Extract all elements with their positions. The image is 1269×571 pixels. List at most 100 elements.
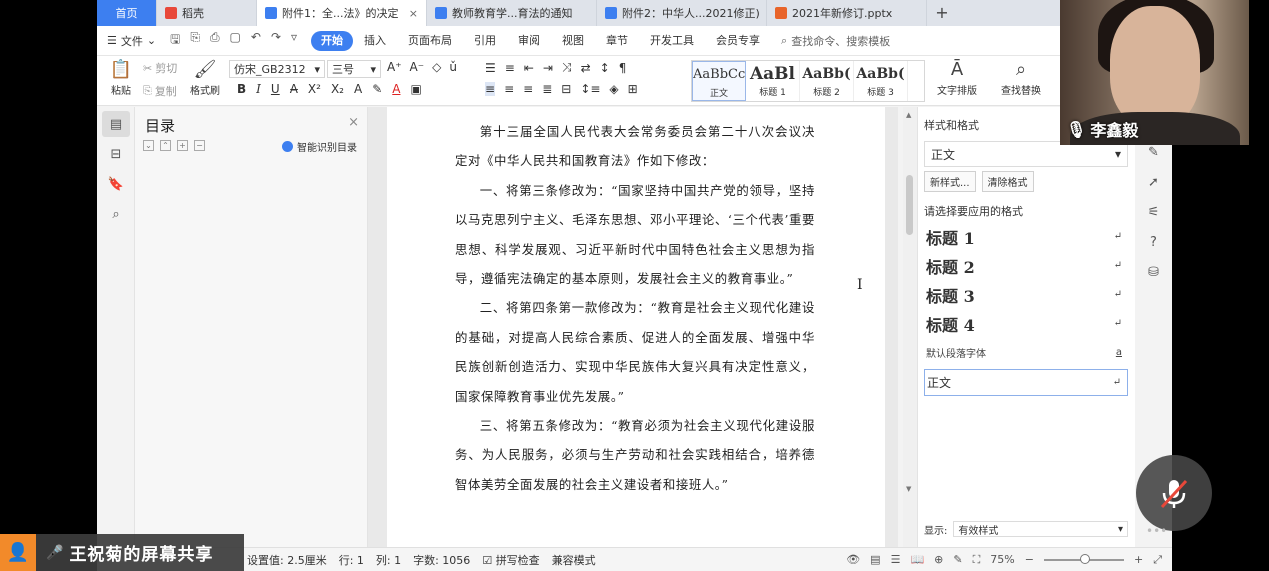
tab-docer[interactable]: 稻壳 xyxy=(157,0,257,26)
chinese-layout-icon[interactable]: ⤨ xyxy=(562,60,572,75)
paragraph[interactable]: 三、将第五条修改为：“教育必须为社会主义现代化建设服务、为人民服务，必须与生产劳… xyxy=(455,411,815,499)
text-direction-icon[interactable]: ⇄ xyxy=(581,61,591,75)
chapter-nav-icon[interactable]: ⊟ xyxy=(102,141,130,167)
page-view-icon[interactable]: ▤ xyxy=(870,553,880,566)
zoom-level[interactable]: 75% xyxy=(990,553,1014,566)
indent-icon[interactable]: ⇥ xyxy=(543,61,553,75)
menu-dev-tools[interactable]: 开发工具 xyxy=(639,31,705,51)
adjust-icon[interactable]: ⚟ xyxy=(1135,197,1172,227)
style-item-heading-4[interactable]: 标题 4 ↵ xyxy=(924,309,1128,338)
font-size-select[interactable]: 三号 ▾ xyxy=(327,60,381,78)
style-heading-3[interactable]: AaBb( 标题 3 xyxy=(854,61,908,101)
menu-member[interactable]: 会员专享 xyxy=(705,31,771,51)
clear-format-button[interactable]: 清除格式 xyxy=(981,171,1034,192)
numbered-list-icon[interactable]: ≡ xyxy=(505,61,515,75)
justify-icon[interactable]: ≣ xyxy=(542,82,552,96)
add-icon[interactable]: + xyxy=(177,140,188,151)
remove-icon[interactable]: − xyxy=(194,140,205,151)
find-replace-button[interactable]: ⌕ 查找替换 xyxy=(995,58,1047,97)
highlight-icon[interactable]: ✎ xyxy=(372,82,382,96)
phonetic-icon[interactable]: ǔ xyxy=(449,60,457,74)
grow-font-icon[interactable]: A⁺ xyxy=(387,60,402,74)
font-name-select[interactable]: 仿宋_GB2312 ▾ xyxy=(229,60,325,78)
menu-chapter[interactable]: 章节 xyxy=(595,31,639,51)
print-icon[interactable]: ⎙ xyxy=(210,30,220,51)
text-layout-button[interactable]: Ā 文字排版 xyxy=(933,58,981,97)
outdent-icon[interactable]: ⇤ xyxy=(524,61,534,75)
new-tab-button[interactable]: + xyxy=(927,0,957,26)
align-center-icon[interactable]: ≡ xyxy=(504,82,514,96)
menu-insert[interactable]: 插入 xyxy=(353,31,397,51)
scroll-up-icon[interactable]: ▲ xyxy=(906,111,911,119)
style-item-normal[interactable]: 正文 ↵ xyxy=(924,369,1128,396)
fit-page-icon[interactable]: ⛶ xyxy=(973,553,981,567)
cut-button[interactable]: ✂ 剪切 xyxy=(143,60,177,76)
command-search[interactable]: ⌕ 查找命令、搜索模板 xyxy=(781,33,890,49)
close-icon[interactable]: × xyxy=(401,7,418,20)
file-menu[interactable]: ☰ 文件 ⌄ xyxy=(107,33,156,49)
align-right-icon[interactable]: ≡ xyxy=(523,82,533,96)
strikethrough-icon[interactable]: A̶ xyxy=(290,82,298,96)
smart-toc-button[interactable]: 智能识别目录 xyxy=(282,139,357,154)
outline-view-icon[interactable]: ☰ xyxy=(891,553,901,566)
search-icon[interactable]: ⌕ xyxy=(102,201,130,227)
style-heading-1[interactable]: AaBl 标题 1 xyxy=(746,61,800,101)
bold-icon[interactable]: B xyxy=(237,82,246,96)
shrink-font-icon[interactable]: A⁻ xyxy=(410,60,425,74)
paragraph[interactable]: 第十三届全国人民代表大会常务委员会第二十八次会议决定对《中华人民共和国教育法》作… xyxy=(455,117,815,176)
scroll-down-icon[interactable]: ▼ xyxy=(906,485,911,493)
sort-icon[interactable]: ↕ xyxy=(600,61,610,75)
undo-icon[interactable]: ↶ xyxy=(251,30,261,51)
zoom-in-icon[interactable]: + xyxy=(1134,553,1143,566)
mic-muted-icon[interactable]: 🎤 xyxy=(46,545,63,561)
text-effect-icon[interactable]: A xyxy=(354,82,362,96)
style-item-heading-3[interactable]: 标题 3 ↵ xyxy=(924,280,1128,309)
menu-start[interactable]: 开始 xyxy=(311,30,354,51)
tab-doc-active[interactable]: 附件1：全...法》的决定 × xyxy=(257,0,427,26)
menu-view[interactable]: 视图 xyxy=(551,31,595,51)
zoom-slider[interactable] xyxy=(1043,553,1124,564)
subscript-icon[interactable]: X₂ xyxy=(331,82,344,96)
video-tile[interactable]: 🎙 李鑫毅 xyxy=(1060,0,1249,145)
style-item-heading-2[interactable]: 标题 2 ↵ xyxy=(924,251,1128,280)
tab-doc-3[interactable]: 附件2：中华人...2021修正) xyxy=(597,0,767,26)
paragraph[interactable]: 二、将第四条第一款修改为：“教育是社会主义现代化建设的基础，对提高人民综合素质、… xyxy=(455,293,815,411)
distribute-icon[interactable]: ⊟ xyxy=(561,82,571,96)
paragraph[interactable]: 一、将第三条修改为：“国家坚持中国共产党的领导，坚持以马克思列宁主义、毛泽东思想… xyxy=(455,176,815,294)
vertical-scrollbar[interactable]: ▲ ▼ xyxy=(903,107,917,547)
zoom-slider-knob[interactable] xyxy=(1079,553,1090,564)
new-style-button[interactable]: 新样式... xyxy=(924,171,976,192)
italic-icon[interactable]: I xyxy=(256,82,261,96)
status-word-count[interactable]: 字数: 1056 xyxy=(413,552,470,568)
copy-button[interactable]: ⎘ 复制 xyxy=(143,83,177,99)
fullscreen-icon[interactable]: ⤢ xyxy=(1153,553,1162,567)
save-icon[interactable]: 🖫 xyxy=(170,30,180,51)
line-spacing-icon[interactable]: ↕≡ xyxy=(580,82,600,96)
expand-icon[interactable]: ⌃ xyxy=(160,140,171,151)
scroll-thumb[interactable] xyxy=(906,175,913,235)
export-icon[interactable]: ⎘ xyxy=(190,30,200,51)
menu-page-layout[interactable]: 页面布局 xyxy=(397,31,463,51)
collapse-icon[interactable]: ⌄ xyxy=(143,140,154,151)
document-body[interactable]: 第十三届全国人民代表大会常务委员会第二十八次会议决定对《中华人民共和国教育法》作… xyxy=(455,117,815,499)
toc-nav-icon[interactable]: ▤ xyxy=(102,111,130,137)
mic-toggle-button[interactable] xyxy=(1136,455,1212,531)
preview-icon[interactable]: ▢ xyxy=(230,30,241,51)
show-marks-icon[interactable]: ¶ xyxy=(619,61,627,75)
zoom-out-icon[interactable]: − xyxy=(1025,553,1034,566)
clear-format-icon[interactable]: ◇ xyxy=(432,60,441,74)
spell-check-toggle[interactable]: ☑ 拼写检查 xyxy=(482,552,539,568)
paste-button[interactable]: 📋 粘贴 xyxy=(103,58,139,97)
style-filter-select[interactable]: 有效样式 ▾ xyxy=(953,521,1128,537)
shading-icon[interactable]: ◈ xyxy=(609,82,618,96)
more-icon[interactable]: ▿ xyxy=(291,30,297,51)
font-color-icon[interactable]: A xyxy=(392,82,400,96)
document-page[interactable]: 第十三届全国人民代表大会常务委员会第二十八次会议决定对《中华人民共和国教育法》作… xyxy=(387,107,885,547)
tab-doc-2[interactable]: 教师教育学...育法的通知 xyxy=(427,0,597,26)
menu-reference[interactable]: 引用 xyxy=(463,31,507,51)
tab-ppt[interactable]: 2021年新修订.pptx xyxy=(767,0,927,26)
bookmark-icon[interactable]: 🔖 xyxy=(102,171,130,197)
char-border-icon[interactable]: ▣ xyxy=(410,82,421,96)
status-setting[interactable]: 设置值: 2.5厘米 xyxy=(247,552,327,568)
more-options-icon[interactable]: ••• xyxy=(1146,524,1167,538)
